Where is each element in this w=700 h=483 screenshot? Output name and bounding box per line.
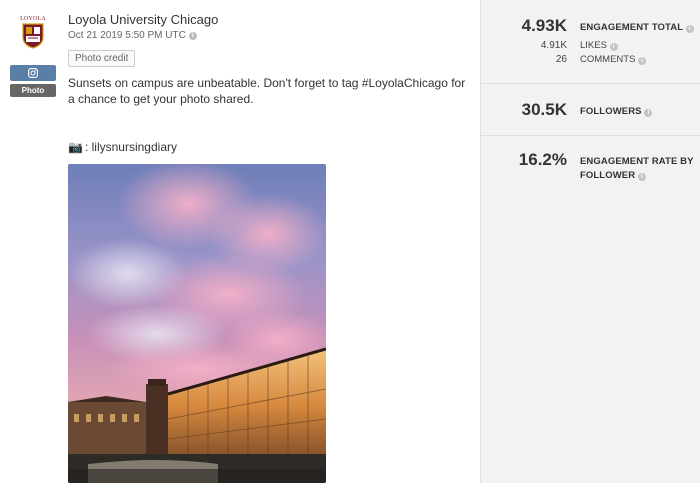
info-icon[interactable]: i (637, 173, 646, 181)
post-caption: Sunsets on campus are unbeatable. Don't … (68, 76, 466, 106)
info-icon[interactable]: i (685, 25, 694, 33)
engagement-rate-label-line2-wrap: FOLLOWER i (580, 169, 694, 183)
likes-value: 4.91K (540, 40, 567, 51)
followers-value: 30.5K (521, 100, 567, 119)
shield-crest-icon (22, 23, 44, 49)
info-icon[interactable]: i (644, 109, 653, 117)
followers-label-text: FOLLOWERS (580, 106, 642, 117)
engagement-total-block: 4.93K ENGAGEMENT TOTAL i 4.91K LIKES i 2… (481, 0, 700, 84)
credit-handle: : lilysnursingdiary (84, 140, 177, 154)
info-icon[interactable]: i (638, 57, 647, 65)
post-photo[interactable] (68, 164, 326, 483)
engagement-rate-label-line1: ENGAGEMENT RATE BY (580, 156, 694, 167)
stats-panel: 4.93K ENGAGEMENT TOTAL i 4.91K LIKES i 2… (480, 0, 700, 483)
camera-icon: 📷 (68, 140, 83, 154)
followers-label: FOLLOWERS i (580, 105, 653, 119)
engagement-rate-label-line2: FOLLOWER (580, 170, 636, 181)
comments-label-text: COMMENTS (580, 54, 636, 65)
author-name[interactable]: Loyola University Chicago (68, 12, 218, 27)
comments-value: 26 (555, 54, 567, 65)
engagement-total-label-text: ENGAGEMENT TOTAL (580, 22, 683, 33)
instagram-badge[interactable] (10, 65, 56, 81)
photo-credit-line: 📷 : lilysnursingdiary (68, 140, 177, 154)
engagement-rate-block: 16.2% ENGAGEMENT RATE BY FOLLOWER i (481, 136, 700, 196)
instagram-icon (28, 68, 38, 78)
engagement-rate-value: 16.2% (518, 150, 567, 169)
post-card: LOYOLA Photo Loyola University Chicago O… (0, 0, 480, 483)
post-timestamp: Oct 21 2019 5:50 PM UTC (68, 30, 186, 41)
comments-label: COMMENTS i (580, 54, 647, 65)
photo-credit-button[interactable]: Photo credit (68, 50, 136, 67)
post-meta: Oct 21 2019 5:50 PM UTC i (68, 30, 197, 41)
loyola-logo: LOYOLA (19, 16, 47, 52)
engagement-total-label: ENGAGEMENT TOTAL i (580, 21, 694, 35)
logo-wordmark: LOYOLA (20, 16, 46, 22)
campus-sunset-photo (68, 164, 326, 483)
info-icon[interactable]: i (188, 31, 197, 40)
likes-label: LIKES i (580, 40, 618, 51)
post-type-badge: Photo (10, 84, 56, 97)
followers-block: 30.5K FOLLOWERS i (481, 84, 700, 136)
engagement-total-value: 4.93K (521, 16, 567, 35)
engagement-rate-label: ENGAGEMENT RATE BY FOLLOWER i (580, 155, 694, 183)
likes-label-text: LIKES (580, 40, 607, 51)
info-icon[interactable]: i (609, 43, 618, 51)
